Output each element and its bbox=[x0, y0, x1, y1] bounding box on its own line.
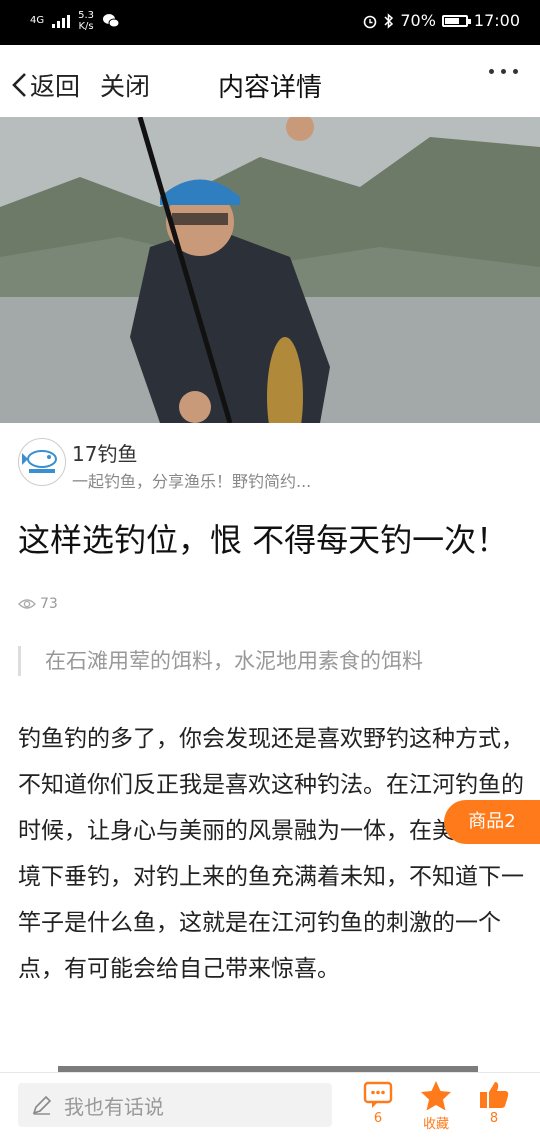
article-body: 钓鱼钓的多了，你会发现还是喜欢野钓这种方式，不知道你们反正我是喜欢这种钓法。在江… bbox=[18, 726, 524, 982]
fish-logo-icon bbox=[22, 450, 57, 473]
speed-unit: K/s bbox=[78, 21, 94, 32]
comment-count: 6 bbox=[373, 1111, 383, 1126]
page-title: 内容详情 bbox=[217, 73, 322, 103]
nav-bar: 内容详情 返回 关闭 bbox=[0, 45, 540, 117]
close-button[interactable]: 关闭 bbox=[100, 67, 150, 103]
bottom-bar: 我也有话说 6 收藏 8 bbox=[0, 1072, 540, 1141]
view-count-value: 73 bbox=[40, 596, 58, 612]
battery-percent: 70% bbox=[400, 11, 436, 30]
status-left: 4G 5.3 K/s bbox=[30, 10, 120, 32]
author-description: 一起钓鱼，分享渔乐！野钓简约... bbox=[72, 472, 312, 491]
favorite-label: 收藏 bbox=[422, 1117, 449, 1132]
comment-icon bbox=[363, 1081, 393, 1108]
author-name[interactable]: 17钓鱼 bbox=[72, 438, 137, 467]
clock: 17:00 bbox=[473, 11, 520, 30]
network-speed: 5.3 K/s bbox=[78, 10, 94, 32]
author-card[interactable]: 17钓鱼 一起钓鱼，分享渔乐！野钓简约... bbox=[18, 436, 528, 492]
network-type: 4G bbox=[30, 15, 45, 26]
thumbs-up-icon bbox=[480, 1082, 509, 1108]
like-button[interactable]: 8 bbox=[470, 1079, 518, 1126]
avatar[interactable] bbox=[18, 438, 66, 486]
like-count: 8 bbox=[489, 1111, 499, 1126]
status-bar: 4G 5.3 K/s 70% 17:00 bbox=[0, 0, 540, 45]
comment-input[interactable]: 我也有话说 bbox=[18, 1083, 332, 1127]
goods-button[interactable]: 商品2 bbox=[444, 800, 540, 844]
back-label: 返回 bbox=[30, 72, 81, 101]
alarm-icon bbox=[364, 15, 377, 28]
signal-icon bbox=[52, 14, 71, 28]
eye-icon bbox=[18, 599, 36, 609]
favorite-button[interactable]: 收藏 bbox=[412, 1079, 460, 1132]
view-count: 73 bbox=[18, 596, 58, 612]
more-options-icon[interactable] bbox=[489, 69, 518, 74]
pencil-icon bbox=[32, 1095, 52, 1115]
back-button[interactable]: 返回 bbox=[10, 67, 80, 103]
battery-icon bbox=[441, 14, 471, 27]
speed-value: 5.3 bbox=[78, 10, 95, 21]
wechat-icon bbox=[103, 14, 120, 28]
comment-button[interactable]: 6 bbox=[354, 1079, 402, 1126]
fishing-photo bbox=[0, 117, 540, 423]
status-right: 70% 17:00 bbox=[362, 11, 520, 30]
article-title: 这样选钓位，恨 不得每天钓一次！ bbox=[18, 521, 509, 559]
chevron-left-icon bbox=[12, 73, 26, 97]
article-quote: 在石滩用荤的饵料，水泥地用素食的饵料 bbox=[18, 646, 423, 676]
star-icon bbox=[421, 1081, 451, 1111]
hero-image bbox=[0, 117, 540, 423]
bluetooth-icon bbox=[384, 12, 394, 29]
comment-placeholder: 我也有话说 bbox=[64, 1094, 164, 1119]
